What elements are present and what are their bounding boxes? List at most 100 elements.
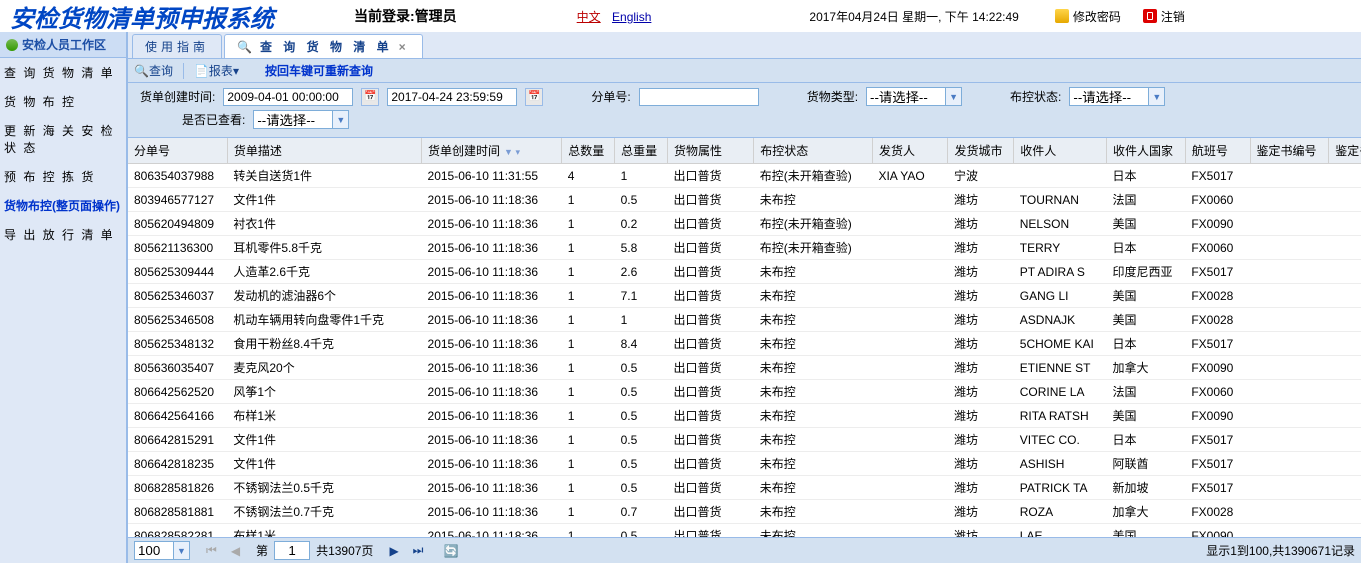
table-row[interactable]: 806828582281布样1米2015-06-10 11:18:3610.5出… (128, 524, 1361, 538)
table-row[interactable]: 806828581826不锈钢法兰0.5千克2015-06-10 11:18:3… (128, 476, 1361, 500)
cell (1329, 356, 1361, 380)
cell: 人造革2.6千克 (227, 260, 421, 284)
report-dropdown[interactable]: 📄 报表 ▾ (194, 62, 239, 79)
cell (1329, 428, 1361, 452)
column-header[interactable]: 发货城市 (948, 138, 1014, 164)
cell: 2015-06-10 11:18:36 (422, 308, 562, 332)
cell: 发动机的滤油器6个 (227, 284, 421, 308)
tab-guide[interactable]: 使用指南 (132, 34, 222, 58)
last-page-button[interactable]: ⏭ (409, 543, 428, 558)
sub-no-input[interactable] (639, 88, 759, 106)
table-row[interactable]: 805636035407麦克风20个2015-06-10 11:18:3610.… (128, 356, 1361, 380)
cell: 1 (562, 188, 615, 212)
chevron-down-icon[interactable]: ▼ (174, 541, 190, 560)
chevron-down-icon[interactable]: ▼ (946, 87, 962, 106)
next-page-button[interactable]: ▶ (385, 544, 402, 558)
sidebar-item[interactable]: 更 新 海 关 安 检 状 态 (0, 116, 126, 162)
cell: 法国 (1107, 188, 1186, 212)
cell: GANG LI (1014, 284, 1107, 308)
change-password-button[interactable]: 修改密码 (1049, 6, 1127, 27)
ctrl-status-combo[interactable]: ▼ (1069, 87, 1165, 106)
prev-page-button[interactable]: ◀ (227, 544, 244, 558)
column-header[interactable]: 分单号 (128, 138, 227, 164)
table-row[interactable]: 806828581881不锈钢法兰0.7千克2015-06-10 11:18:3… (128, 500, 1361, 524)
date-from-input[interactable] (223, 88, 353, 106)
cell: 1 (562, 356, 615, 380)
column-header[interactable]: 鉴定书编号 (1250, 138, 1329, 164)
sub-no-label: 分单号: (591, 88, 630, 105)
table-row[interactable]: 806642815291文件1件2015-06-10 11:18:3610.5出… (128, 428, 1361, 452)
goods-type-label: 货物类型: (807, 88, 858, 105)
login-info: 当前登录:管理员 (354, 6, 457, 26)
column-header[interactable]: 货单描述 (227, 138, 421, 164)
cell: 加拿大 (1107, 356, 1186, 380)
cell: 麦克风20个 (227, 356, 421, 380)
column-header[interactable]: 总重量 (615, 138, 668, 164)
cell: 2015-06-10 11:31:55 (422, 164, 562, 188)
page-size-combo[interactable]: ▼ (134, 541, 190, 560)
column-header[interactable]: 发货人 (872, 138, 948, 164)
refresh-button[interactable]: 🔄 (439, 544, 462, 558)
column-header[interactable]: 总数量 (562, 138, 615, 164)
cell: FX5017 (1185, 260, 1250, 284)
date-to-input[interactable] (387, 88, 517, 106)
column-header[interactable]: 收件人 (1014, 138, 1107, 164)
table-row[interactable]: 805620494809衬衣1件2015-06-10 11:18:3610.2出… (128, 212, 1361, 236)
cell: 805620494809 (128, 212, 227, 236)
table-row[interactable]: 805625346037发动机的滤油器6个2015-06-10 11:18:36… (128, 284, 1361, 308)
table-row[interactable]: 805625346508机动车辆用转向盘零件1千克2015-06-10 11:1… (128, 308, 1361, 332)
table-row[interactable]: 805621136300耳机零件5.8千克2015-06-10 11:18:36… (128, 236, 1361, 260)
table-row[interactable]: 805625348132食用干粉丝8.4千克2015-06-10 11:18:3… (128, 332, 1361, 356)
cell: 日本 (1107, 428, 1186, 452)
chevron-down-icon[interactable]: ▼ (1149, 87, 1165, 106)
sidebar-item[interactable]: 货物布控(整页面操作) (0, 191, 126, 220)
cell: 2015-06-10 11:18:36 (422, 332, 562, 356)
cell (1014, 164, 1107, 188)
column-header[interactable]: 航班号 (1185, 138, 1250, 164)
data-grid[interactable]: 分单号货单描述货单创建时间▼ ▾总数量总重量货物属性布控状态发货人发货城市收件人… (128, 138, 1361, 537)
calendar-to-icon[interactable]: 📅 (525, 88, 543, 106)
cell (1250, 524, 1329, 538)
cell: 0.5 (615, 428, 668, 452)
page-number-input[interactable] (274, 541, 310, 560)
lang-chinese-link[interactable]: 中文 (577, 10, 601, 24)
sidebar-item[interactable]: 查 询 货 物 清 单 (0, 58, 126, 87)
cell: 1 (562, 212, 615, 236)
sort-desc-icon: ▼ ▾ (504, 147, 520, 157)
cell (1329, 452, 1361, 476)
table-row[interactable]: 806642818235文件1件2015-06-10 11:18:3610.5出… (128, 452, 1361, 476)
cell (1250, 284, 1329, 308)
cell: TERRY (1014, 236, 1107, 260)
first-page-button[interactable]: ⏮ (202, 543, 221, 558)
column-header[interactable]: 鉴定书发行单位 (1329, 138, 1361, 164)
lang-english-link[interactable]: English (612, 10, 651, 24)
cell (1250, 212, 1329, 236)
table-row[interactable]: 803946577127文件1件2015-06-10 11:18:3610.5出… (128, 188, 1361, 212)
sidebar-item[interactable]: 货 物 布 控 (0, 87, 126, 116)
cell (872, 284, 948, 308)
cell: FX0028 (1185, 500, 1250, 524)
table-row[interactable]: 806354037988转关自送货1件2015-06-10 11:31:5541… (128, 164, 1361, 188)
table-row[interactable]: 806642562520风筝1个2015-06-10 11:18:3610.5出… (128, 380, 1361, 404)
sidebar-item[interactable]: 预 布 控 拣 货 (0, 162, 126, 191)
logout-button[interactable]: 注销 (1137, 6, 1191, 27)
cell: 2015-06-10 11:18:36 (422, 380, 562, 404)
sidebar-item[interactable]: 导 出 放 行 清 单 (0, 220, 126, 249)
close-icon[interactable]: × (399, 40, 410, 54)
cell: 806642815291 (128, 428, 227, 452)
table-row[interactable]: 805625309444人造革2.6千克2015-06-10 11:18:361… (128, 260, 1361, 284)
search-button[interactable]: 🔍 查询 (134, 62, 173, 79)
calendar-from-icon[interactable]: 📅 (361, 88, 379, 106)
column-header[interactable]: 货物属性 (668, 138, 754, 164)
cell (872, 332, 948, 356)
column-header[interactable]: 布控状态 (754, 138, 873, 164)
cell: 食用干粉丝8.4千克 (227, 332, 421, 356)
column-header[interactable]: 货单创建时间▼ ▾ (422, 138, 562, 164)
cell: 1 (562, 284, 615, 308)
goods-type-combo[interactable]: ▼ (866, 87, 962, 106)
chevron-down-icon[interactable]: ▼ (333, 110, 349, 129)
table-row[interactable]: 806642564166布样1米2015-06-10 11:18:3610.5出… (128, 404, 1361, 428)
column-header[interactable]: 收件人国家 (1107, 138, 1186, 164)
viewed-combo[interactable]: ▼ (253, 110, 349, 129)
tab-query-goods[interactable]: 🔍 查 询 货 物 清 单 × (224, 34, 423, 58)
